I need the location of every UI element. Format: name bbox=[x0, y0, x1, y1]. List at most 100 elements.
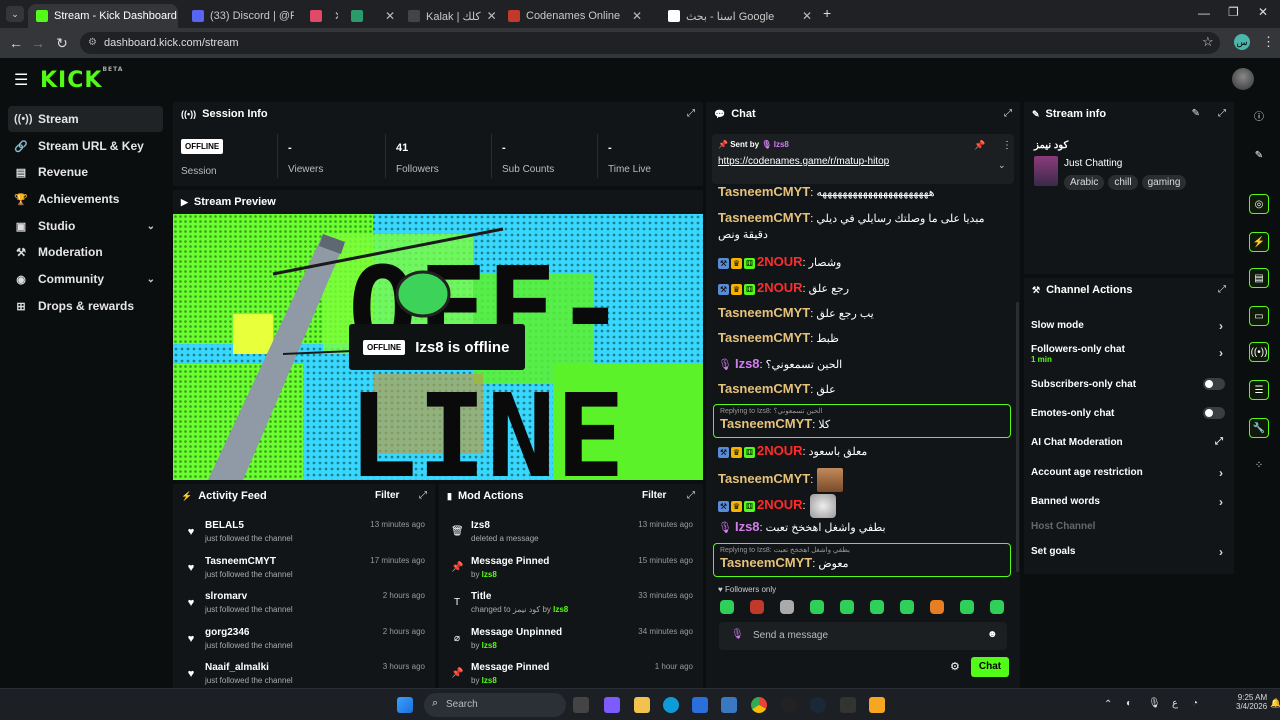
chat-username[interactable]: TasneemCMYT bbox=[718, 381, 810, 396]
channel-action-ai-chat-moderation[interactable]: AI Chat Moderation ⤢ bbox=[1031, 436, 1229, 448]
tab-close-icon[interactable]: ✕ bbox=[802, 9, 812, 23]
activity-user[interactable]: TasneemCMYT bbox=[205, 556, 276, 567]
browser-tab[interactable]: اسنا - بحث Google ✕ bbox=[660, 4, 820, 28]
moderator-name[interactable]: Izs8 bbox=[553, 605, 568, 614]
activity-filter-button[interactable]: Filter bbox=[375, 490, 399, 501]
tab-close-icon[interactable]: ✕ bbox=[385, 9, 395, 23]
activity-user[interactable]: slromarv bbox=[205, 591, 247, 602]
channel-action-emotes-only-chat[interactable]: Emotes-only chat bbox=[1031, 407, 1229, 419]
kick-logo[interactable]: KICKBETA bbox=[40, 66, 123, 93]
sidebar-item[interactable]: ⚒ Moderation bbox=[8, 239, 163, 265]
expand-icon[interactable]: ⤢ bbox=[687, 108, 695, 119]
stream-tag[interactable]: chill bbox=[1108, 175, 1138, 190]
sidebar-item[interactable]: ((•)) Stream bbox=[8, 106, 163, 132]
chevron-down-icon[interactable]: ⌄ bbox=[998, 160, 1006, 171]
file-explorer-icon[interactable] bbox=[634, 697, 650, 713]
send-chat-button[interactable]: Chat bbox=[971, 657, 1009, 677]
emote-icon[interactable] bbox=[990, 600, 1004, 614]
app-icon[interactable] bbox=[721, 697, 737, 713]
epic-games-icon[interactable] bbox=[840, 697, 856, 713]
sidebar-item[interactable]: ⊞ Drops & rewards bbox=[8, 293, 163, 319]
chat-username[interactable]: TasneemCMYT bbox=[718, 210, 810, 225]
chat-username[interactable]: TasneemCMYT bbox=[720, 416, 812, 431]
emote-icon[interactable] bbox=[870, 600, 884, 614]
hamburger-menu-icon[interactable]: ☰ bbox=[14, 70, 28, 90]
chevron-right-icon[interactable]: › bbox=[1219, 495, 1223, 509]
browser-tab[interactable]: Codenames Online ✕ bbox=[500, 4, 650, 28]
steam-icon[interactable] bbox=[810, 697, 826, 713]
browser-tab[interactable]: ✕ bbox=[343, 4, 403, 28]
moderator-name[interactable]: Izs8 bbox=[482, 676, 497, 685]
chevron-down-icon[interactable]: ⌄ bbox=[147, 221, 155, 232]
chevron-right-icon[interactable]: › bbox=[1219, 319, 1223, 333]
unpin-icon[interactable]: 📌 bbox=[974, 140, 985, 151]
sidebar-item[interactable]: ▣ Studio ⌄ bbox=[8, 213, 163, 239]
sidebar-item[interactable]: ◉ Community ⌄ bbox=[8, 266, 163, 292]
notifications-icon[interactable]: 🔔 bbox=[1270, 698, 1280, 709]
close-window-button[interactable]: ✕ bbox=[1258, 5, 1268, 19]
chat-input-box[interactable]: 🎙 Send a message ☻ bbox=[719, 622, 1007, 650]
minimize-button[interactable]: — bbox=[1198, 6, 1210, 20]
browser-tab[interactable]: (33) Discord | @R.x✕ bbox=[184, 4, 294, 28]
bookmark-star-icon[interactable]: ☆ bbox=[1202, 34, 1214, 50]
chat-username[interactable]: 2NOUR bbox=[757, 280, 803, 295]
stream-tag[interactable]: Arabic bbox=[1064, 175, 1105, 190]
chat-username[interactable]: Izs8 bbox=[735, 356, 760, 371]
tab-close-icon[interactable]: ✕ bbox=[487, 9, 495, 23]
emote-icon[interactable] bbox=[720, 600, 734, 614]
channel-action-set-goals[interactable]: Set goals › bbox=[1031, 545, 1229, 559]
emote-icon[interactable] bbox=[840, 600, 854, 614]
category-name[interactable]: Just Chatting bbox=[1064, 158, 1122, 169]
emote-icon[interactable] bbox=[930, 600, 944, 614]
expand-icon[interactable]: ⤢ bbox=[419, 490, 427, 501]
stream-tag[interactable]: gaming bbox=[1141, 175, 1187, 190]
channel-action-slow-mode[interactable]: Slow mode › bbox=[1031, 319, 1229, 333]
browser-tab[interactable]: Stream - Kick Dashboard✕ bbox=[28, 4, 178, 28]
sidebar-item[interactable]: 🔗 Stream URL & Key bbox=[8, 133, 163, 159]
chat-username[interactable]: 2NOUR bbox=[757, 254, 803, 269]
expand-icon[interactable]: ⤢ bbox=[1218, 284, 1226, 295]
site-info-icon[interactable]: ⚙ bbox=[88, 32, 97, 54]
chevron-down-icon[interactable]: ⌄ bbox=[147, 274, 155, 285]
toggle-switch[interactable] bbox=[1203, 407, 1225, 419]
camera-icon[interactable]: ◎ bbox=[1249, 194, 1269, 214]
wrench-icon[interactable]: 🔧 bbox=[1249, 418, 1269, 438]
channel-action-account-age-restriction[interactable]: Account age restriction › bbox=[1031, 466, 1229, 480]
channel-action-followers-only-chat[interactable]: Followers-only chat 1 min › bbox=[1031, 344, 1229, 364]
activity-user[interactable]: BELAL5 bbox=[205, 520, 244, 531]
info-icon[interactable]: ⓘ bbox=[1249, 108, 1269, 128]
clipboard-icon[interactable]: ▤ bbox=[1249, 268, 1269, 288]
store-icon[interactable] bbox=[692, 697, 708, 713]
more-icon[interactable]: ⋮ bbox=[1002, 140, 1012, 151]
pinned-link[interactable]: https://codenames.game/r/matup-hitop bbox=[718, 156, 889, 167]
stream-preview[interactable]: OFF- LINE OFFLINE Izs8 is offline bbox=[173, 214, 703, 480]
chevron-right-icon[interactable]: › bbox=[1219, 466, 1223, 480]
pencil-icon[interactable]: ✎ bbox=[1249, 146, 1269, 166]
sidebar-item[interactable]: ▤ Revenue bbox=[8, 159, 163, 185]
chat-username[interactable]: 2NOUR bbox=[757, 443, 803, 458]
windows-start-icon[interactable] bbox=[397, 697, 413, 713]
wifi-icon[interactable]: ◔ bbox=[1192, 698, 1198, 709]
maximize-button[interactable]: ❐ bbox=[1228, 5, 1239, 19]
chat-username[interactable]: TasneemCMYT bbox=[718, 471, 810, 486]
chat-settings-icon[interactable]: ⚙ bbox=[950, 660, 960, 673]
url-field[interactable]: ⚙ dashboard.kick.com/stream bbox=[80, 32, 1220, 54]
mic-icon[interactable]: 🎙 bbox=[1148, 698, 1161, 709]
emote-icon[interactable] bbox=[900, 600, 914, 614]
chevron-right-icon[interactable]: › bbox=[1219, 346, 1223, 360]
emote-icon[interactable] bbox=[780, 600, 794, 614]
emoji-icon[interactable]: ☻ bbox=[987, 629, 998, 640]
browser-tab[interactable]: Kalak | كلك ✕ bbox=[400, 4, 495, 28]
chat-username[interactable]: Izs8 bbox=[735, 519, 760, 534]
profile-avatar[interactable]: س bbox=[1234, 34, 1250, 50]
chat-username[interactable]: TasneemCMYT bbox=[718, 305, 810, 320]
chat-username[interactable]: 2NOUR bbox=[757, 497, 803, 512]
browser-menu-icon[interactable]: ⋮ bbox=[1262, 34, 1275, 50]
flash-icon[interactable]: ⚡ bbox=[1249, 232, 1269, 252]
emote-icon[interactable] bbox=[750, 600, 764, 614]
reload-icon[interactable]: ↻ bbox=[48, 35, 76, 52]
emote-icon[interactable] bbox=[810, 600, 824, 614]
network-icon[interactable]: ◐ bbox=[1126, 698, 1132, 709]
mod-filter-button[interactable]: Filter bbox=[642, 490, 666, 501]
tray-chevron-icon[interactable]: ⌃ bbox=[1104, 699, 1112, 710]
